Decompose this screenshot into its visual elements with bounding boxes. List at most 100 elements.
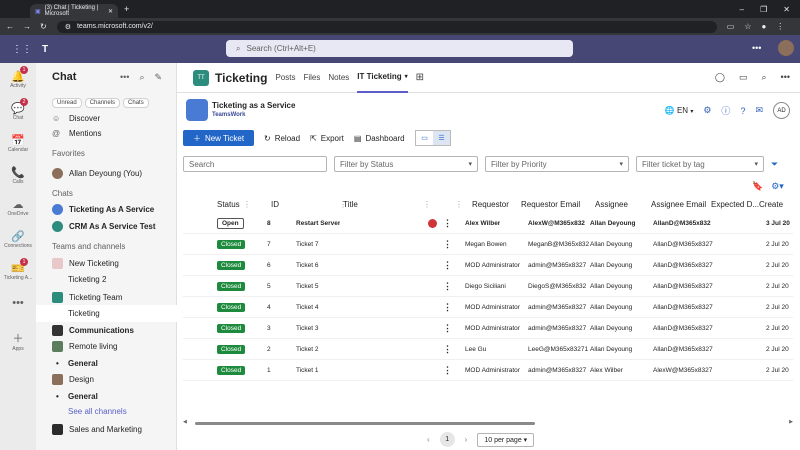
chat-list-item[interactable]: Design	[36, 371, 177, 388]
chat-list-item[interactable]: Communications	[36, 322, 177, 339]
column-resize-handle[interactable]: ⋮	[423, 195, 431, 213]
search-icon[interactable]: ⌕	[762, 72, 767, 83]
row-menu-icon[interactable]: ⋮	[443, 255, 452, 276]
tab-posts[interactable]: Posts	[275, 63, 295, 93]
rail-item-8[interactable]: ＋ Apps	[0, 325, 36, 357]
card-view-icon[interactable]: ▭	[416, 131, 433, 145]
minimize-icon[interactable]: –	[740, 5, 744, 14]
new-tab-icon[interactable]: +	[124, 4, 129, 14]
rail-item-0[interactable]: 🔔 Activity 1	[0, 63, 36, 95]
chat-list-item[interactable]: Sales and Marketing	[36, 421, 177, 438]
column-header[interactable]: Assignee Email	[651, 195, 706, 213]
chat-filter-chats[interactable]: Chats	[123, 98, 149, 108]
info-icon[interactable]: ⓘ	[721, 104, 730, 117]
reload-button[interactable]: ↻ Reload	[264, 134, 300, 143]
tab-files[interactable]: Files	[303, 63, 320, 93]
table-row[interactable]: Closed 7 Ticket 7 Megan Bowen MeganB@M365x83…	[183, 234, 793, 255]
profile-icon[interactable]: ●	[761, 22, 766, 31]
chat-list-item[interactable]: • General	[36, 355, 177, 372]
row-menu-icon[interactable]: ⋮	[443, 318, 452, 339]
user-initials-badge[interactable]: AD	[773, 102, 790, 119]
bookmark-icon[interactable]: 🔖	[752, 181, 763, 192]
install-app-icon[interactable]: ▭	[727, 22, 735, 31]
tag-filter[interactable]: Filter ticket by tag ▾	[636, 156, 764, 172]
column-settings-icon[interactable]: ⚙▾	[771, 181, 784, 192]
column-resize-handle[interactable]: ⋮	[455, 195, 463, 213]
chat-bubble-icon[interactable]: ◯	[715, 72, 725, 83]
table-row[interactable]: Closed 3 Ticket 3 MOD Administrator admin@M3…	[183, 318, 793, 339]
table-row[interactable]: Closed 4 Ticket 4 MOD Administrator admin@M3…	[183, 297, 793, 318]
chat-list-item[interactable]: Ticketing As A Service	[36, 201, 177, 218]
user-avatar[interactable]	[778, 40, 794, 56]
filter-funnel-icon[interactable]: ⏷	[771, 159, 778, 170]
chat-filter-unread[interactable]: Unread	[52, 98, 82, 108]
bookmark-star-icon[interactable]: ☆	[744, 22, 751, 31]
dashboard-button[interactable]: ▤ Dashboard	[354, 134, 405, 143]
export-button[interactable]: ⇱ Export	[310, 134, 344, 143]
per-page-select[interactable]: 10 per page ▾	[477, 432, 535, 447]
row-menu-icon[interactable]: ⋮	[443, 234, 452, 255]
row-menu-icon[interactable]: ⋮	[443, 276, 452, 297]
rail-item-4[interactable]: ☁ OneDrive	[0, 191, 36, 223]
browser-menu-icon[interactable]: ⋮	[776, 22, 784, 31]
back-icon[interactable]: ←	[6, 22, 14, 31]
rail-item-2[interactable]: 📅 Calendar	[0, 127, 36, 159]
close-window-icon[interactable]: ✕	[783, 5, 790, 14]
chat-list-item[interactable]: See all channels	[36, 403, 177, 420]
priority-filter[interactable]: Filter by Priority ▾	[485, 156, 629, 172]
chat-list-item[interactable]: New Ticketing	[36, 255, 177, 272]
chat-list-item[interactable]: Ticketing Team	[36, 289, 177, 306]
url-field[interactable]: ⚙ teams.microsoft.com/v2/	[56, 20, 717, 33]
search-icon[interactable]: ⌕	[139, 72, 144, 83]
rail-item-1[interactable]: 💬 Chat 2	[0, 95, 36, 127]
chat-list-item[interactable]: Ticketing	[36, 305, 177, 322]
more-options-icon[interactable]: •••	[752, 43, 761, 53]
column-header[interactable]: ID	[271, 195, 279, 213]
table-row[interactable]: Closed 6 Ticket 6 MOD Administrator admin@M3…	[183, 255, 793, 276]
tab-notes[interactable]: Notes	[328, 63, 349, 93]
column-header[interactable]: Status	[217, 195, 240, 213]
row-menu-icon[interactable]: ⋮	[443, 297, 452, 318]
teams-search-box[interactable]: ⌕ Search (Ctrl+Alt+E)	[226, 40, 573, 57]
row-menu-icon[interactable]: ⋮	[443, 360, 452, 381]
column-header[interactable]: Create	[759, 195, 783, 213]
row-menu-icon[interactable]: ⋮	[443, 339, 452, 360]
column-header[interactable]: Requestor Email	[521, 195, 580, 213]
scroll-right-icon[interactable]: ▶	[789, 419, 793, 425]
rail-item-7[interactable]: •••	[0, 287, 36, 319]
more-icon[interactable]: •••	[120, 72, 129, 83]
help-icon[interactable]: ?	[740, 106, 745, 116]
column-resize-handle[interactable]: ⋮	[339, 195, 347, 213]
column-header[interactable]: Expected D...	[711, 195, 759, 213]
column-header[interactable]: Assignee	[595, 195, 628, 213]
row-menu-icon[interactable]: ⋮	[443, 213, 452, 234]
add-tab-icon[interactable]: ⊞	[416, 63, 424, 93]
chat-list-item[interactable]: @ Mentions	[36, 125, 177, 142]
chat-filter-channels[interactable]: Channels	[84, 98, 121, 108]
horizontal-scrollbar[interactable]: ◀ ▶	[183, 419, 793, 426]
current-page[interactable]: 1	[439, 432, 455, 447]
forward-icon[interactable]: →	[23, 22, 31, 31]
chat-list-item[interactable]: Allan Deyoung (You)	[36, 165, 177, 182]
new-chat-icon[interactable]: ✎	[155, 72, 163, 83]
maximize-icon[interactable]: ❐	[760, 5, 767, 14]
table-row[interactable]: Closed 1 Ticket 1 MOD Administrator admin@M3…	[183, 360, 793, 381]
list-view-icon[interactable]: ☰	[433, 131, 450, 145]
table-row[interactable]: Open 8 Restart Server Alex Wilber AlexW@M365…	[183, 213, 793, 234]
mail-icon[interactable]: ✉	[755, 105, 763, 116]
scrollbar-thumb[interactable]	[195, 422, 535, 425]
search-input[interactable]: Search	[183, 156, 327, 172]
chat-list-item[interactable]: Remote living	[36, 338, 177, 355]
language-selector[interactable]: 🌐 EN ▾	[665, 106, 694, 115]
refresh-icon[interactable]: ↻	[40, 22, 47, 31]
rail-item-5[interactable]: 🔗 Connections	[0, 223, 36, 255]
status-filter[interactable]: Filter by Status ▾	[334, 156, 478, 172]
chat-list-item[interactable]: CRM As A Service Test	[36, 218, 177, 235]
more-icon[interactable]: •••	[781, 72, 790, 83]
scroll-left-icon[interactable]: ◀	[183, 419, 187, 425]
next-page-icon[interactable]: ›	[465, 435, 468, 444]
settings-icon[interactable]: ⚙	[703, 105, 711, 116]
tab-it-ticketing[interactable]: IT Ticketing ▾	[357, 63, 408, 93]
site-info-icon[interactable]: ⚙	[65, 23, 71, 31]
table-row[interactable]: Closed 5 Ticket 5 Diego Siciliani DiegoS@M36…	[183, 276, 793, 297]
